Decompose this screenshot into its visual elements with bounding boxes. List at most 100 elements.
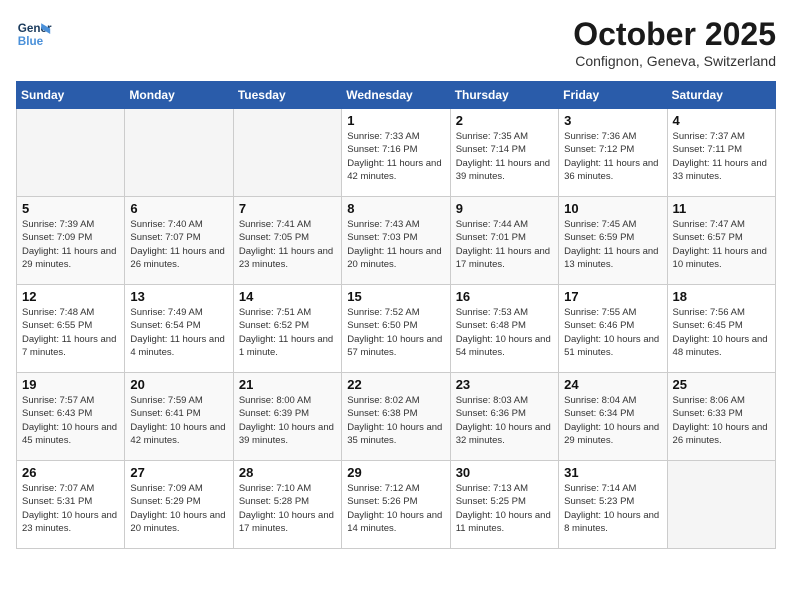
- header-monday: Monday: [125, 82, 233, 109]
- day-number: 24: [564, 377, 661, 392]
- day-number: 18: [673, 289, 770, 304]
- calendar-cell: 19 Sunrise: 7:57 AM Sunset: 6:43 PM Dayli…: [17, 373, 125, 461]
- calendar-cell: 17 Sunrise: 7:55 AM Sunset: 6:46 PM Dayli…: [559, 285, 667, 373]
- day-info: Sunrise: 8:02 AM Sunset: 6:38 PM Dayligh…: [347, 394, 444, 447]
- day-info: Sunrise: 7:57 AM Sunset: 6:43 PM Dayligh…: [22, 394, 119, 447]
- calendar-cell: [17, 109, 125, 197]
- day-number: 8: [347, 201, 444, 216]
- day-number: 31: [564, 465, 661, 480]
- day-info: Sunrise: 7:40 AM Sunset: 7:07 PM Dayligh…: [130, 218, 227, 271]
- svg-text:Blue: Blue: [18, 35, 44, 48]
- calendar-cell: 21 Sunrise: 8:00 AM Sunset: 6:39 PM Dayli…: [233, 373, 341, 461]
- calendar-cell: 13 Sunrise: 7:49 AM Sunset: 6:54 PM Dayli…: [125, 285, 233, 373]
- month-title: October 2025: [573, 16, 776, 53]
- day-info: Sunrise: 7:47 AM Sunset: 6:57 PM Dayligh…: [673, 218, 770, 271]
- calendar-cell: 22Sunrise: 8:02 AM Sunset: 6:38 PM Dayli…: [342, 373, 450, 461]
- day-info: Sunrise: 7:35 AM Sunset: 7:14 PM Dayligh…: [456, 130, 553, 183]
- day-info: Sunrise: 7:44 AM Sunset: 7:01 PM Dayligh…: [456, 218, 553, 271]
- calendar-cell: [233, 109, 341, 197]
- day-info: Sunrise: 8:06 AM Sunset: 6:33 PM Dayligh…: [673, 394, 770, 447]
- day-number: 5: [22, 201, 119, 216]
- day-number: 3: [564, 113, 661, 128]
- day-info: Sunrise: 7:53 AM Sunset: 6:48 PM Dayligh…: [456, 306, 553, 359]
- day-info: Sunrise: 7:48 AM Sunset: 6:55 PM Dayligh…: [22, 306, 119, 359]
- calendar-cell: 23 Sunrise: 8:03 AM Sunset: 6:36 PM Dayli…: [450, 373, 558, 461]
- calendar-cell: 26 Sunrise: 7:07 AM Sunset: 5:31 PM Dayli…: [17, 461, 125, 549]
- day-info: Sunrise: 7:43 AM Sunset: 7:03 PM Dayligh…: [347, 218, 444, 271]
- calendar-cell: 7 Sunrise: 7:41 AM Sunset: 7:05 PM Daylig…: [233, 197, 341, 285]
- calendar-week-4: 19 Sunrise: 7:57 AM Sunset: 6:43 PM Dayli…: [17, 373, 776, 461]
- calendar-cell: 30 Sunrise: 7:13 AM Sunset: 5:25 PM Dayli…: [450, 461, 558, 549]
- day-info: Sunrise: 7:51 AM Sunset: 6:52 PM Dayligh…: [239, 306, 336, 359]
- calendar-table: Sunday Monday Tuesday Wednesday Thursday…: [16, 81, 776, 549]
- day-info: Sunrise: 7:55 AM Sunset: 6:46 PM Dayligh…: [564, 306, 661, 359]
- day-info: Sunrise: 7:41 AM Sunset: 7:05 PM Dayligh…: [239, 218, 336, 271]
- day-info: Sunrise: 7:56 AM Sunset: 6:45 PM Dayligh…: [673, 306, 770, 359]
- day-info: Sunrise: 7:09 AM Sunset: 5:29 PM Dayligh…: [130, 482, 227, 535]
- header-tuesday: Tuesday: [233, 82, 341, 109]
- calendar-cell: [667, 461, 775, 549]
- title-block: October 2025 Confignon, Geneva, Switzerl…: [573, 16, 776, 69]
- day-number: 13: [130, 289, 227, 304]
- calendar-cell: 28Sunrise: 7:10 AM Sunset: 5:28 PM Dayli…: [233, 461, 341, 549]
- day-number: 11: [673, 201, 770, 216]
- header-sunday: Sunday: [17, 82, 125, 109]
- day-number: 1: [347, 113, 444, 128]
- day-info: Sunrise: 7:59 AM Sunset: 6:41 PM Dayligh…: [130, 394, 227, 447]
- calendar-cell: 29Sunrise: 7:12 AM Sunset: 5:26 PM Dayli…: [342, 461, 450, 549]
- day-number: 17: [564, 289, 661, 304]
- calendar-cell: 8 Sunrise: 7:43 AM Sunset: 7:03 PM Daylig…: [342, 197, 450, 285]
- calendar-week-3: 12 Sunrise: 7:48 AM Sunset: 6:55 PM Dayli…: [17, 285, 776, 373]
- calendar-cell: 12 Sunrise: 7:48 AM Sunset: 6:55 PM Dayli…: [17, 285, 125, 373]
- header-saturday: Saturday: [667, 82, 775, 109]
- calendar-cell: 18 Sunrise: 7:56 AM Sunset: 6:45 PM Dayli…: [667, 285, 775, 373]
- day-number: 20: [130, 377, 227, 392]
- calendar-cell: 1Sunrise: 7:33 AM Sunset: 7:16 PM Daylig…: [342, 109, 450, 197]
- day-number: 30: [456, 465, 553, 480]
- location-subtitle: Confignon, Geneva, Switzerland: [573, 53, 776, 69]
- day-number: 2: [456, 113, 553, 128]
- calendar-cell: 5 Sunrise: 7:39 AM Sunset: 7:09 PM Daylig…: [17, 197, 125, 285]
- day-number: 21: [239, 377, 336, 392]
- calendar-cell: 14 Sunrise: 7:51 AM Sunset: 6:52 PM Dayli…: [233, 285, 341, 373]
- day-info: Sunrise: 7:37 AM Sunset: 7:11 PM Dayligh…: [673, 130, 770, 183]
- calendar-week-5: 26 Sunrise: 7:07 AM Sunset: 5:31 PM Dayli…: [17, 461, 776, 549]
- calendar-cell: 11 Sunrise: 7:47 AM Sunset: 6:57 PM Dayli…: [667, 197, 775, 285]
- calendar-cell: 9Sunrise: 7:44 AM Sunset: 7:01 PM Daylig…: [450, 197, 558, 285]
- day-info: Sunrise: 7:45 AM Sunset: 6:59 PM Dayligh…: [564, 218, 661, 271]
- calendar-cell: 15Sunrise: 7:52 AM Sunset: 6:50 PM Dayli…: [342, 285, 450, 373]
- day-number: 27: [130, 465, 227, 480]
- header-wednesday: Wednesday: [342, 82, 450, 109]
- day-info: Sunrise: 7:39 AM Sunset: 7:09 PM Dayligh…: [22, 218, 119, 271]
- day-number: 12: [22, 289, 119, 304]
- day-info: Sunrise: 7:13 AM Sunset: 5:25 PM Dayligh…: [456, 482, 553, 535]
- day-info: Sunrise: 7:36 AM Sunset: 7:12 PM Dayligh…: [564, 130, 661, 183]
- day-number: 26: [22, 465, 119, 480]
- day-info: Sunrise: 7:07 AM Sunset: 5:31 PM Dayligh…: [22, 482, 119, 535]
- day-number: 19: [22, 377, 119, 392]
- logo-icon: General Blue: [16, 16, 52, 52]
- calendar-cell: 2 Sunrise: 7:35 AM Sunset: 7:14 PM Daylig…: [450, 109, 558, 197]
- calendar-cell: [125, 109, 233, 197]
- logo: General Blue: [16, 16, 52, 52]
- day-info: Sunrise: 7:49 AM Sunset: 6:54 PM Dayligh…: [130, 306, 227, 359]
- day-number: 14: [239, 289, 336, 304]
- calendar-cell: 24Sunrise: 8:04 AM Sunset: 6:34 PM Dayli…: [559, 373, 667, 461]
- calendar-cell: 16Sunrise: 7:53 AM Sunset: 6:48 PM Dayli…: [450, 285, 558, 373]
- day-info: Sunrise: 8:00 AM Sunset: 6:39 PM Dayligh…: [239, 394, 336, 447]
- day-number: 25: [673, 377, 770, 392]
- weekday-header-row: Sunday Monday Tuesday Wednesday Thursday…: [17, 82, 776, 109]
- day-number: 7: [239, 201, 336, 216]
- calendar-cell: 4 Sunrise: 7:37 AM Sunset: 7:11 PM Daylig…: [667, 109, 775, 197]
- day-number: 4: [673, 113, 770, 128]
- calendar-cell: 6 Sunrise: 7:40 AM Sunset: 7:07 PM Daylig…: [125, 197, 233, 285]
- day-number: 23: [456, 377, 553, 392]
- day-info: Sunrise: 7:52 AM Sunset: 6:50 PM Dayligh…: [347, 306, 444, 359]
- calendar-cell: 10Sunrise: 7:45 AM Sunset: 6:59 PM Dayli…: [559, 197, 667, 285]
- calendar-cell: 3 Sunrise: 7:36 AM Sunset: 7:12 PM Daylig…: [559, 109, 667, 197]
- day-info: Sunrise: 7:10 AM Sunset: 5:28 PM Dayligh…: [239, 482, 336, 535]
- day-info: Sunrise: 8:03 AM Sunset: 6:36 PM Dayligh…: [456, 394, 553, 447]
- page-header: General Blue October 2025 Confignon, Gen…: [16, 16, 776, 69]
- day-number: 6: [130, 201, 227, 216]
- calendar-cell: 31Sunrise: 7:14 AM Sunset: 5:23 PM Dayli…: [559, 461, 667, 549]
